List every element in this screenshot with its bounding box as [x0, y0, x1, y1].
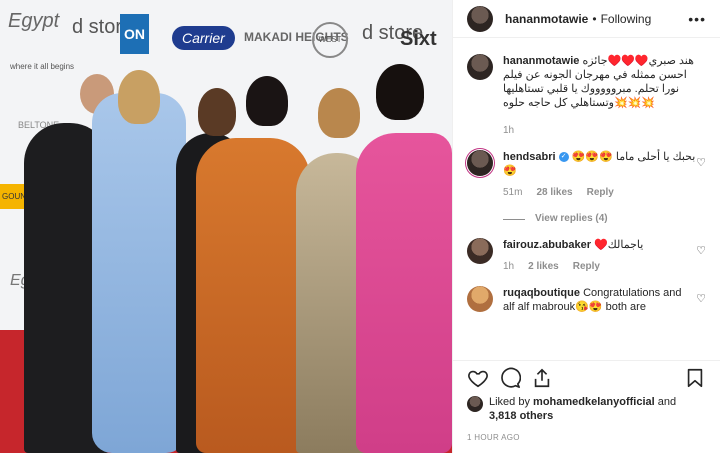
header-separator: •: [592, 11, 597, 26]
caption: hananmotawie هند صبري♥️♥️♥️جائزه احسن مم…: [467, 54, 706, 138]
caption-text: hananmotawie هند صبري♥️♥️♥️جائزه احسن مم…: [503, 54, 706, 110]
more-icon[interactable]: •••: [688, 11, 706, 27]
comment-like-heart-icon[interactable]: ♡: [696, 292, 706, 305]
author-avatar[interactable]: [467, 5, 493, 32]
caption-username[interactable]: hananmotawie: [503, 55, 579, 67]
post-side-panel: hananmotawie • Following ••• hananmotawi…: [452, 0, 720, 453]
comment-item: fairouz.abubaker ياجمالك♥️ 1h 2 likes Re…: [467, 238, 706, 274]
post-header: hananmotawie • Following •••: [453, 0, 720, 38]
author-username[interactable]: hananmotawie: [505, 12, 588, 26]
comment-likes[interactable]: 2 likes: [528, 260, 559, 274]
reply-button[interactable]: Reply: [587, 186, 614, 200]
share-icon[interactable]: [531, 367, 553, 389]
liked-and: and: [657, 396, 677, 408]
person-hair: [246, 76, 288, 126]
person-pink-dress: [356, 133, 452, 453]
liked-by-prefix: Liked by: [489, 396, 530, 408]
reply-button[interactable]: Reply: [573, 260, 600, 274]
comments-list: hananmotawie هند صبري♥️♥️♥️جائزه احسن مم…: [467, 54, 706, 326]
person-hair: [198, 88, 236, 136]
commenter-avatar[interactable]: [467, 238, 493, 264]
post-time-ago[interactable]: 1 HOUR AGO: [467, 433, 706, 442]
comment-username[interactable]: hendsabri: [503, 151, 556, 163]
comment-item: hendsabri ✓ بحبك يا أحلى ماما 😍😍😍😍 51m 2…: [467, 150, 706, 226]
author-avatar[interactable]: [467, 54, 493, 80]
liker-username[interactable]: mohamedkelanyofficial: [533, 396, 655, 408]
post-photo[interactable]: Egypt where it all begins d store ON Car…: [0, 0, 452, 453]
person-hair: [318, 88, 360, 138]
liker-avatar[interactable]: [467, 396, 483, 412]
post-actions: Liked by mohamedkelanyofficial and 3,818…: [453, 360, 720, 453]
view-replies-label: View replies (4): [535, 213, 608, 224]
comment-username[interactable]: fairouz.abubaker: [503, 239, 591, 251]
heart-icon[interactable]: [467, 367, 489, 389]
comment-item: ruqaqboutique Congratulations and alf al…: [467, 286, 706, 314]
comment-like-heart-icon[interactable]: ♡: [696, 156, 706, 169]
likes-others-link[interactable]: 3,818 others: [489, 410, 553, 422]
logo-tagline: where it all begins: [10, 62, 75, 71]
person-blue-dress: [92, 93, 186, 453]
logo-sixt: Sixt: [400, 28, 437, 50]
bookmark-icon[interactable]: [684, 367, 706, 389]
comment-time[interactable]: 1h: [503, 260, 514, 274]
person-orange-dress: [196, 138, 310, 453]
logo-on: ON: [120, 14, 149, 54]
logo-west: WEST: [312, 22, 348, 58]
comment-time[interactable]: 51m: [503, 186, 522, 200]
view-replies-button[interactable]: View replies (4): [503, 212, 706, 226]
logo-carrier: Carrier: [172, 26, 235, 50]
comment-text: ياجمالك♥️: [594, 239, 644, 251]
comment-like-heart-icon[interactable]: ♡: [696, 244, 706, 257]
following-button[interactable]: Following: [601, 12, 652, 26]
comment-username[interactable]: ruqaqboutique: [503, 287, 580, 299]
likes-summary: Liked by mohamedkelanyofficial and 3,818…: [467, 395, 706, 423]
comment-likes[interactable]: 28 likes: [536, 186, 572, 200]
person-hair: [118, 70, 160, 124]
person-hair: [376, 64, 424, 120]
comment-icon[interactable]: [499, 367, 522, 389]
verified-badge-icon: ✓: [558, 152, 569, 163]
caption-time[interactable]: 1h: [503, 124, 514, 138]
logo-egypt: Egypt: [8, 10, 60, 32]
commenter-avatar[interactable]: [467, 150, 493, 176]
commenter-avatar[interactable]: [467, 286, 493, 312]
